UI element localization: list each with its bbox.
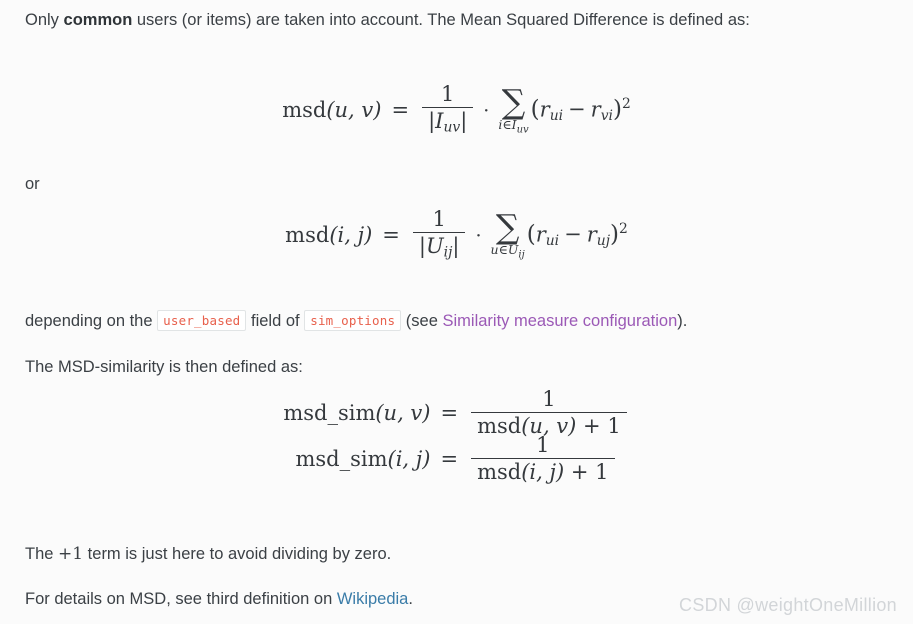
depending-paragraph: depending on the user_based field of sim…	[0, 305, 913, 337]
eq3b-fraction: 1 msd(i, j) + 1	[471, 433, 615, 485]
link-wikipedia[interactable]: Wikipedia	[337, 590, 409, 608]
equation-msd-uv: msd (u, v) = 1 |Iuv| · ∑ i∈Iuv (rui − rvi)2	[0, 82, 913, 137]
eq2-term-open-paren: (	[526, 221, 536, 248]
eq2-denominator: |Uij|	[412, 232, 466, 262]
intro-text-before-bold: Only	[25, 11, 64, 29]
eq1-term-power: 2	[621, 95, 631, 112]
eq2-numerator: 1	[432, 207, 446, 231]
csdn-watermark: CSDN @weightOneMillion	[679, 595, 897, 615]
or-paragraph: or	[25, 175, 40, 193]
equation-msd-sim-uv-line: msd_sim(u, v) = 1 msd(u, v) + 1	[0, 387, 913, 438]
plus-one-note: The +1 term is just here to avoid dividi…	[0, 539, 451, 570]
eq2-lhs-args: (i, j)	[329, 222, 373, 247]
eq2-lhs-function: msd	[285, 222, 330, 247]
eq2-multiplication-dot: ·	[475, 224, 482, 247]
eq3a-numerator: 1	[542, 387, 556, 411]
equation-msd-uv-line: msd (u, v) = 1 |Iuv| · ∑ i∈Iuv (rui − rvi)2	[0, 82, 913, 137]
eq2-equals: =	[382, 222, 400, 247]
eq1-term-minus: −	[568, 97, 586, 122]
eq1-summation: ∑ i∈Iuv	[498, 82, 529, 136]
intro-bold-common: common	[63, 11, 133, 29]
eq2-term-minus: −	[564, 222, 582, 247]
equation-msd-ij-line: msd (i, j) = 1 |Uij| · ∑ u∈Uij (rui − ruj)2	[0, 207, 913, 262]
wikipedia-prefix: For details on MSD, see third definition…	[25, 590, 337, 608]
eq3b-lhs: msd_sim(i, j)	[295, 447, 440, 471]
eq2-term-r2-sub: uj	[596, 232, 610, 249]
eq2-term-close-paren: )	[610, 221, 619, 248]
eq1-term-r1: r	[539, 97, 550, 122]
equation-msd-sim-block: msd_sim(u, v) = 1 msd(u, v) + 1 msd_sim(…	[0, 387, 913, 484]
eq1-term-r2: r	[590, 97, 601, 122]
intro-paragraph: Only common users (or items) are taken i…	[0, 5, 913, 36]
eq2-term-r1-sub: ui	[545, 232, 560, 249]
eq2-sum-index: u	[490, 241, 499, 257]
eq1-sum-subscript: i∈Iuv	[498, 116, 529, 136]
element-of-icon: ∈	[502, 116, 512, 132]
element-of-icon: ∈	[498, 241, 508, 257]
plus-one-math: +1	[58, 544, 84, 564]
eq1-term-r2-sub: vi	[600, 107, 613, 124]
plus-one-prefix: The	[25, 545, 59, 563]
eq1-term: (rui − rvi)2	[531, 96, 631, 124]
eq1-sum-set-sub: uv	[516, 124, 529, 136]
depending-close-text: ).	[677, 312, 688, 330]
eq2-term-power: 2	[618, 220, 628, 237]
plus-one-suffix: term is just here to avoid dividing by z…	[83, 545, 392, 563]
eq3a-lhs-args: (u, v)	[375, 401, 431, 426]
eq2-den-bar-close: |	[452, 234, 460, 259]
eq1-den-bar-close: |	[460, 109, 468, 134]
equation-msd-sim-ij-line: msd_sim(i, j) = 1 msd(i, j) + 1	[0, 434, 913, 484]
eq3b-numerator: 1	[536, 433, 550, 458]
eq3b-lhs-function: msd_sim	[295, 447, 388, 472]
code-user-based[interactable]: user_based	[157, 310, 247, 331]
eq1-term-r1-sub: ui	[549, 107, 564, 124]
eq1-term-open-paren: (	[530, 96, 540, 123]
eq1-fraction: 1 |Iuv|	[422, 82, 474, 137]
eq3b-den-args: (i, j)	[521, 460, 565, 485]
depending-middle-text: field of	[251, 312, 300, 330]
eq3b-den-function: msd	[477, 460, 522, 485]
eq2-term: (rui − ruj)2	[527, 221, 628, 249]
code-sim-options[interactable]: sim_options	[304, 310, 402, 331]
eq1-term-close-paren: )	[612, 96, 622, 123]
eq1-lhs-args: (u, v)	[326, 97, 382, 122]
link-similarity-measure-configuration[interactable]: Similarity measure configuration	[443, 312, 678, 330]
depending-lead-text: depending on the	[25, 312, 153, 330]
sigma-icon: ∑	[495, 207, 520, 247]
eq3b-lhs-args: (i, j)	[387, 447, 431, 472]
sigma-icon: ∑	[501, 82, 526, 122]
eq1-multiplication-dot: ·	[483, 99, 490, 122]
eq3b-equals: =	[440, 447, 459, 472]
eq1-lhs-function: msd	[282, 97, 327, 122]
wikipedia-note: For details on MSD, see third definition…	[0, 584, 473, 615]
eq1-den-sub: uv	[443, 119, 461, 136]
equation-msd-ij: msd (i, j) = 1 |Uij| · ∑ u∈Uij (rui − ruj)2	[0, 207, 913, 262]
eq2-summation: ∑ u∈Uij	[490, 207, 525, 261]
eq3a-fraction: 1 msd(u, v) + 1	[471, 387, 627, 438]
eq2-den-var: U	[425, 234, 444, 259]
eq2-term-r2: r	[586, 222, 597, 247]
eq3a-lhs-function: msd_sim	[283, 401, 376, 426]
eq2-term-r1: r	[535, 222, 546, 247]
eq3b-denominator: msd(i, j) + 1	[471, 458, 615, 485]
documentation-page: Only common users (or items) are taken i…	[0, 0, 913, 624]
eq2-fraction: 1 |Uij|	[412, 207, 466, 262]
eq3a-lhs: msd_sim(u, v)	[283, 401, 440, 425]
eq3b-den-plus-one: + 1	[570, 460, 609, 485]
depending-see-text: (see	[405, 312, 438, 330]
eq2-sum-set: U	[507, 241, 519, 257]
eq3a-equals: =	[440, 401, 459, 426]
eq2-den-bar-open: |	[418, 234, 426, 259]
intro-text-after-bold: users (or items) are taken into account.…	[132, 11, 750, 29]
eq1-numerator: 1	[441, 82, 455, 106]
eq2-sum-subscript: u∈Uij	[490, 241, 525, 261]
eq1-denominator: |Iuv|	[422, 107, 474, 137]
wikipedia-suffix: .	[408, 590, 413, 608]
eq1-equals: =	[391, 97, 410, 122]
msd-similarity-lead: The MSD-similarity is then defined as:	[25, 358, 303, 376]
eq2-sum-set-sub: ij	[518, 249, 525, 261]
